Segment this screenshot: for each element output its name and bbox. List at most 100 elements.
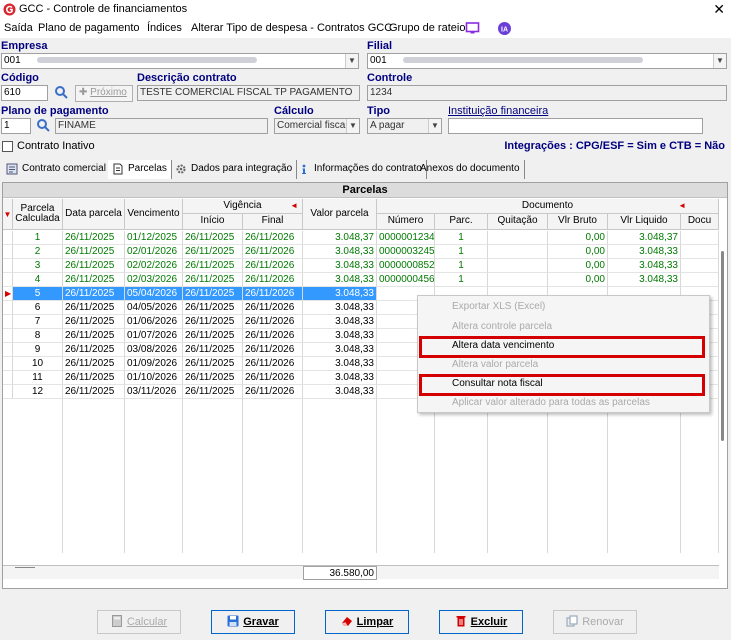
cell-inicio[interactable]: 26/11/2025 <box>183 231 243 245</box>
cell-data-parcela[interactable]: 26/11/2025 <box>63 385 125 399</box>
cell-data-parcela[interactable]: 26/11/2025 <box>63 329 125 343</box>
row-indicator[interactable] <box>3 385 13 399</box>
cell-data-parcela[interactable]: 26/11/2025 <box>63 301 125 315</box>
header-docu[interactable]: Docu <box>681 214 719 230</box>
cell-parcela[interactable]: 1 <box>13 231 63 245</box>
cell-inicio[interactable]: 26/11/2025 <box>183 385 243 399</box>
menu-altera-valor-parcela[interactable]: Altera valor parcela <box>452 359 538 370</box>
header-vigencia[interactable]: Vigência ◄ <box>183 199 303 214</box>
menu-altera-controle-parcela[interactable]: Altera controle parcela <box>452 321 552 332</box>
cell-docu[interactable] <box>681 245 719 259</box>
row-indicator[interactable] <box>3 329 13 343</box>
header-vlr-liquido[interactable]: Vlr Liquido <box>608 214 681 230</box>
chevron-down-icon[interactable]: ▼ <box>346 119 359 133</box>
cell-inicio[interactable]: 26/11/2025 <box>183 287 243 301</box>
cell-parcela[interactable]: 3 <box>13 259 63 273</box>
instituicao-input[interactable] <box>448 118 703 134</box>
row-indicator[interactable] <box>3 357 13 371</box>
header-inicio[interactable]: Início <box>183 214 243 230</box>
cell-parc[interactable]: 1 <box>435 273 488 287</box>
tab-dados-integracao[interactable]: Dados para integração <box>171 160 298 179</box>
cell-inicio[interactable]: 26/11/2025 <box>183 245 243 259</box>
controle-input[interactable]: 1234 <box>367 85 727 101</box>
calculo-select[interactable]: Comercial fiscal ▼ <box>274 118 360 134</box>
cell-valor-parcela[interactable]: 3.048,33 <box>303 301 377 315</box>
cell-valor-parcela[interactable]: 3.048,37 <box>303 231 377 245</box>
contrato-inativo-checkbox[interactable] <box>2 141 13 152</box>
row-indicator[interactable] <box>3 273 13 287</box>
chevron-down-icon[interactable]: ▼ <box>345 54 358 68</box>
cell-vlr-liquido[interactable]: 3.048,33 <box>608 245 681 259</box>
row-indicator[interactable] <box>3 371 13 385</box>
cell-vlr-bruto[interactable]: 0,00 <box>548 259 608 273</box>
header-vlr-bruto[interactable]: Vlr Bruto <box>548 214 608 230</box>
chevron-down-icon[interactable]: ▼ <box>713 54 726 68</box>
tab-parcelas[interactable]: Parcelas <box>108 160 172 179</box>
cell-vencimento[interactable]: 01/12/2025 <box>125 231 183 245</box>
cell-quitacao[interactable] <box>488 231 548 245</box>
cell-numero[interactable]: 0000003245 <box>377 245 435 259</box>
tipo-select[interactable]: A pagar ▼ <box>367 118 442 134</box>
cell-valor-parcela[interactable]: 3.048,33 <box>303 385 377 399</box>
cell-data-parcela[interactable]: 26/11/2025 <box>63 343 125 357</box>
cell-data-parcela[interactable]: 26/11/2025 <box>63 287 125 301</box>
cell-final[interactable]: 26/11/2026 <box>243 245 303 259</box>
cell-parcela[interactable]: 5 <box>13 287 63 301</box>
cell-final[interactable]: 26/11/2026 <box>243 259 303 273</box>
cell-inicio[interactable]: 26/11/2025 <box>183 301 243 315</box>
cell-parcela[interactable]: 2 <box>13 245 63 259</box>
menu-saida[interactable]: Saída <box>4 22 33 34</box>
cell-vencimento[interactable]: 01/09/2026 <box>125 357 183 371</box>
cell-inicio[interactable]: 26/11/2025 <box>183 343 243 357</box>
header-documento[interactable]: Documento ◄ <box>377 199 719 214</box>
cell-parcela[interactable]: 7 <box>13 315 63 329</box>
cell-parcela[interactable]: 8 <box>13 329 63 343</box>
menu-exportar-xls[interactable]: Exportar XLS (Excel) <box>452 301 545 312</box>
cell-data-parcela[interactable]: 26/11/2025 <box>63 371 125 385</box>
menu-plano-pagamento[interactable]: Plano de pagamento <box>38 22 140 34</box>
cell-final[interactable]: 26/11/2026 <box>243 329 303 343</box>
cell-final[interactable]: 26/11/2026 <box>243 231 303 245</box>
search-icon[interactable] <box>36 118 51 133</box>
tab-contrato-comercial[interactable]: Contrato comercial <box>2 160 111 179</box>
cell-inicio[interactable]: 26/11/2025 <box>183 357 243 371</box>
tab-anexos-documento[interactable]: Anexos do documento <box>414 160 525 179</box>
cell-final[interactable]: 26/11/2026 <box>243 287 303 301</box>
cell-numero[interactable]: 0000001234 <box>377 231 435 245</box>
header-final[interactable]: Final <box>243 214 303 230</box>
header-vencimento[interactable]: Vencimento <box>125 199 183 230</box>
cell-vencimento[interactable]: 02/03/2026 <box>125 273 183 287</box>
filial-select[interactable]: 001 ▼ <box>367 53 727 69</box>
cell-docu[interactable] <box>681 231 719 245</box>
plano-name-input[interactable]: FINAME <box>55 118 268 134</box>
instituicao-label[interactable]: Instituição financeira <box>448 105 548 117</box>
cell-final[interactable]: 26/11/2026 <box>243 315 303 329</box>
cell-vlr-liquido[interactable]: 3.048,33 <box>608 273 681 287</box>
limpar-button[interactable]: Limpar <box>325 610 409 634</box>
cell-vencimento[interactable]: 02/02/2026 <box>125 259 183 273</box>
header-data-parcela[interactable]: Data parcela <box>63 199 125 230</box>
cell-vlr-liquido[interactable]: 3.048,37 <box>608 231 681 245</box>
cell-vencimento[interactable]: 02/01/2026 <box>125 245 183 259</box>
cell-quitacao[interactable] <box>488 273 548 287</box>
scroll-thumb[interactable] <box>721 251 724 441</box>
cell-parcela[interactable]: 12 <box>13 385 63 399</box>
cell-vencimento[interactable]: 05/04/2026 <box>125 287 183 301</box>
cell-data-parcela[interactable]: 26/11/2025 <box>63 231 125 245</box>
header-numero[interactable]: Número <box>377 214 435 230</box>
tab-informacoes-contrato[interactable]: Informações do contrato <box>294 160 427 179</box>
cell-quitacao[interactable] <box>488 259 548 273</box>
menu-alterar-tipo-despesa[interactable]: Alterar Tipo de despesa - Contratos GCC <box>191 22 392 34</box>
row-indicator[interactable] <box>3 259 13 273</box>
cell-final[interactable]: 26/11/2026 <box>243 343 303 357</box>
cell-docu[interactable] <box>681 259 719 273</box>
row-indicator[interactable] <box>3 245 13 259</box>
cell-parc[interactable]: 1 <box>435 231 488 245</box>
cell-vencimento[interactable]: 01/07/2026 <box>125 329 183 343</box>
cell-final[interactable]: 26/11/2026 <box>243 273 303 287</box>
cell-data-parcela[interactable]: 26/11/2025 <box>63 357 125 371</box>
cell-parcela[interactable]: 10 <box>13 357 63 371</box>
cell-inicio[interactable]: 26/11/2025 <box>183 371 243 385</box>
row-indicator[interactable] <box>3 315 13 329</box>
cell-parcela[interactable]: 6 <box>13 301 63 315</box>
